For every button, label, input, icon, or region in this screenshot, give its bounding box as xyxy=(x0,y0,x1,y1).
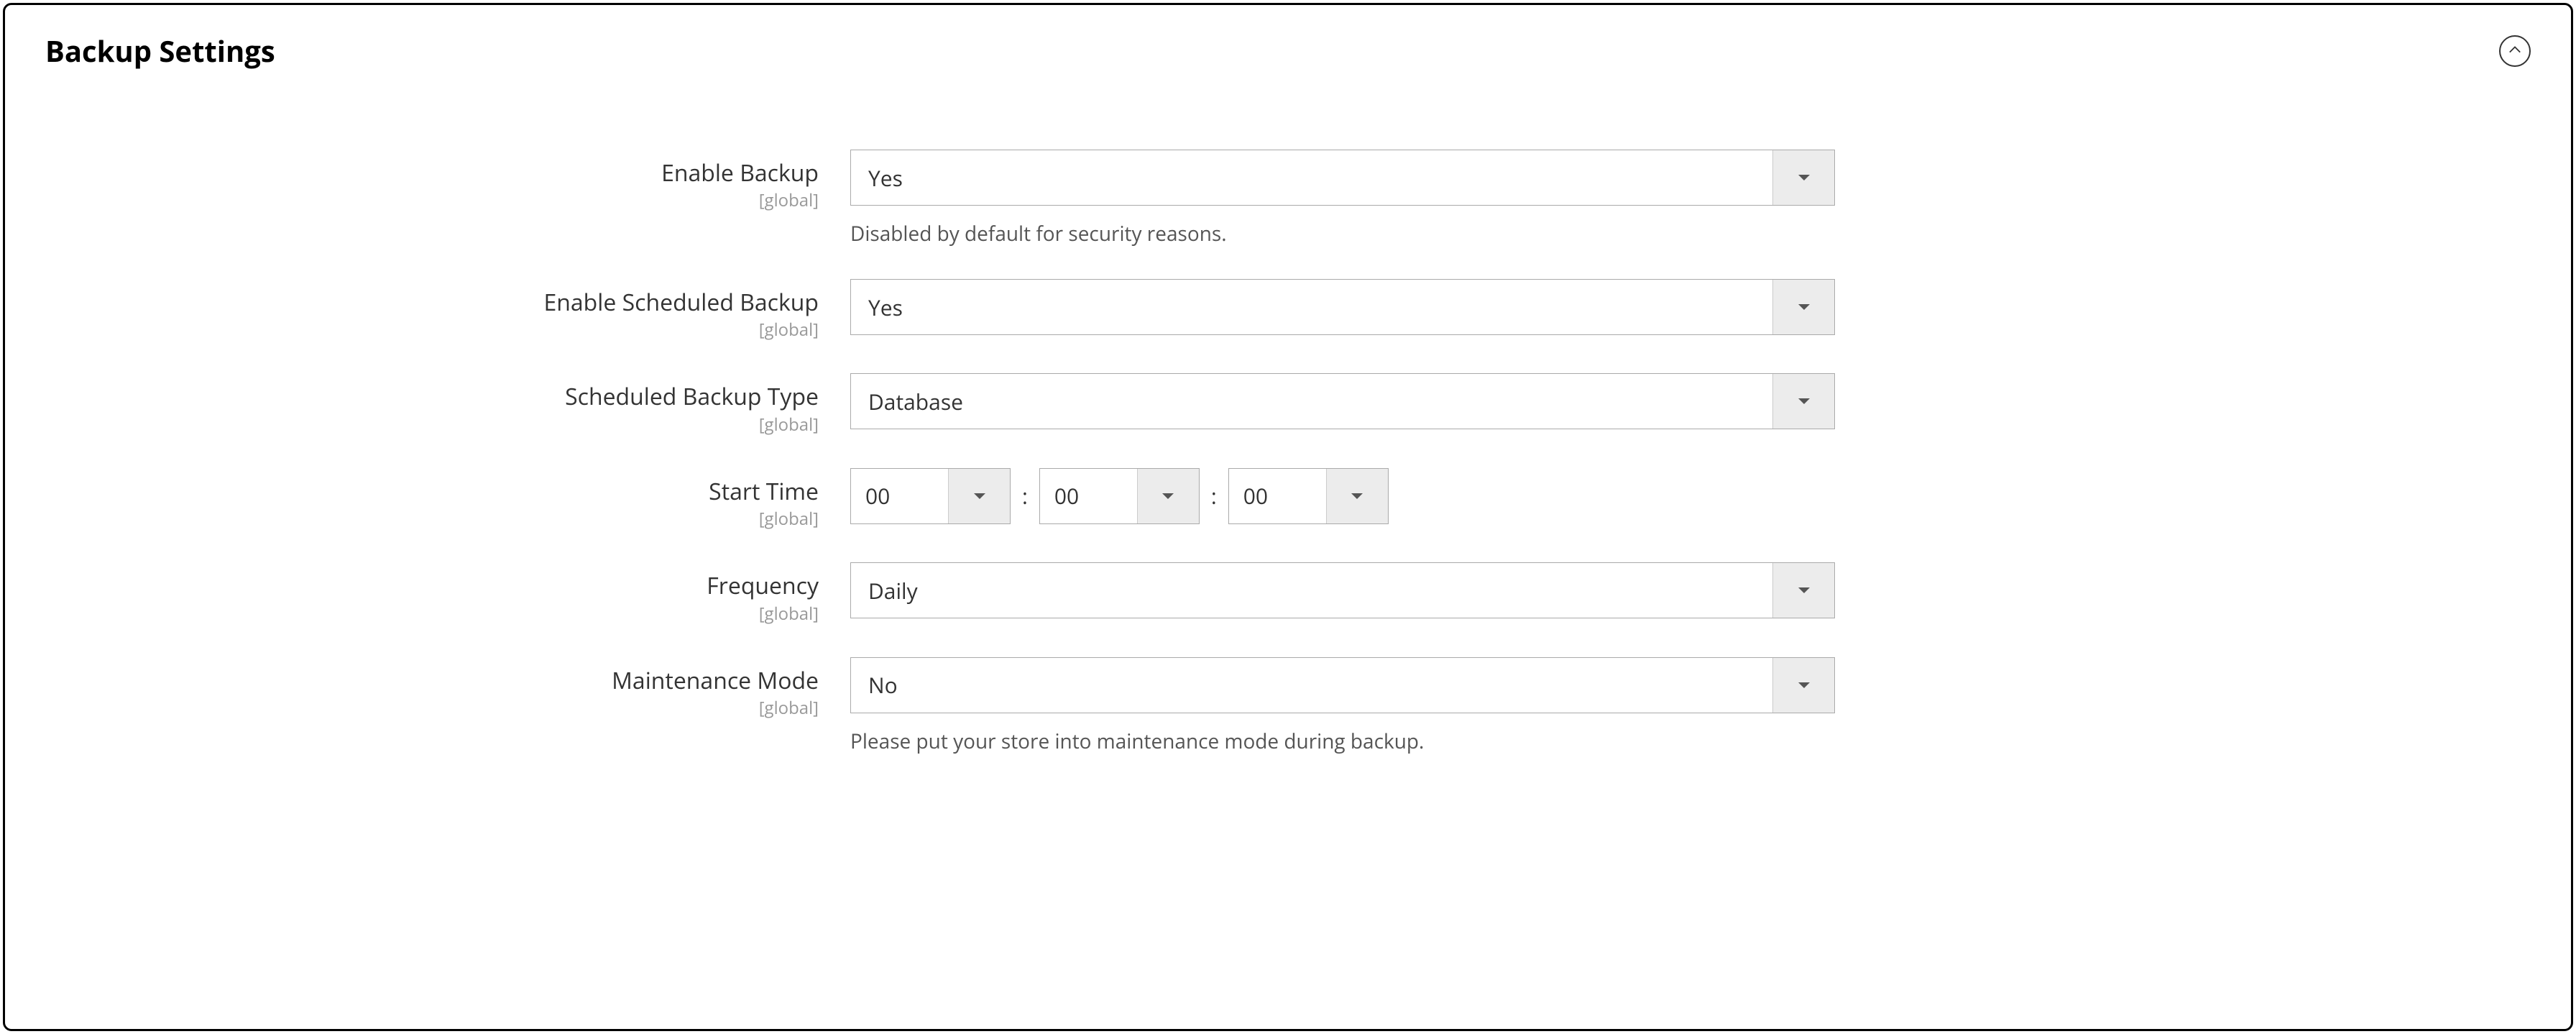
select-value: Daily xyxy=(851,576,1772,605)
field-label: Start Time xyxy=(45,478,819,505)
field-label: Scheduled Backup Type xyxy=(45,383,819,411)
start-time-hour-select[interactable]: 00 xyxy=(850,468,1011,524)
field-label: Enable Backup xyxy=(45,160,819,187)
scheduled-backup-type-select[interactable]: Database xyxy=(850,373,1835,429)
select-value: 00 xyxy=(851,481,948,511)
control-col: Yes Disabled by default for security rea… xyxy=(850,150,1835,247)
control-col: Database xyxy=(850,373,1835,429)
scope-label: [global] xyxy=(45,507,819,531)
helper-text: Disabled by default for security reasons… xyxy=(850,220,1835,247)
backup-settings-panel: Backup Settings Enable Backup [global] Y… xyxy=(3,3,2573,1031)
panel-header: Backup Settings xyxy=(45,31,2531,70)
field-label: Frequency xyxy=(45,572,819,600)
select-value: Yes xyxy=(851,163,1772,193)
time-group: 00 : 00 : 00 xyxy=(850,468,1389,524)
time-separator: : xyxy=(1208,481,1220,511)
field-start-time: Start Time [global] 00 : 00 xyxy=(45,468,2531,531)
time-separator: : xyxy=(1019,481,1031,511)
scope-label: [global] xyxy=(45,318,819,342)
control-col: Yes xyxy=(850,279,1835,335)
select-value: No xyxy=(851,670,1772,700)
helper-text: Please put your store into maintenance m… xyxy=(850,728,1835,755)
field-enable-backup: Enable Backup [global] Yes Disabled by d… xyxy=(45,150,2531,247)
dropdown-arrow-icon xyxy=(1772,658,1834,713)
scope-label: [global] xyxy=(45,602,819,626)
field-maintenance-mode: Maintenance Mode [global] No Please put … xyxy=(45,657,2531,755)
dropdown-arrow-icon xyxy=(1772,563,1834,618)
select-value: Database xyxy=(851,387,1772,416)
control-col: Daily xyxy=(850,562,1835,618)
frequency-select[interactable]: Daily xyxy=(850,562,1835,618)
start-time-second-select[interactable]: 00 xyxy=(1228,468,1389,524)
field-label: Enable Scheduled Backup xyxy=(45,289,819,316)
field-label: Maintenance Mode xyxy=(45,667,819,695)
select-value: 00 xyxy=(1040,481,1137,511)
panel-title: Backup Settings xyxy=(45,31,275,70)
collapse-toggle[interactable] xyxy=(2499,35,2531,67)
maintenance-mode-select[interactable]: No xyxy=(850,657,1835,713)
select-value: Yes xyxy=(851,293,1772,322)
start-time-minute-select[interactable]: 00 xyxy=(1039,468,1200,524)
label-col: Enable Scheduled Backup [global] xyxy=(45,279,850,342)
scope-label: [global] xyxy=(45,696,819,720)
field-enable-scheduled-backup: Enable Scheduled Backup [global] Yes xyxy=(45,279,2531,342)
dropdown-arrow-icon xyxy=(1772,150,1834,205)
dropdown-arrow-icon xyxy=(1772,374,1834,429)
label-col: Frequency [global] xyxy=(45,562,850,625)
scope-label: [global] xyxy=(45,413,819,436)
dropdown-arrow-icon xyxy=(1326,469,1388,523)
label-col: Enable Backup [global] xyxy=(45,150,850,212)
control-col: 00 : 00 : 00 xyxy=(850,468,1389,524)
label-col: Scheduled Backup Type [global] xyxy=(45,373,850,436)
field-scheduled-backup-type: Scheduled Backup Type [global] Database xyxy=(45,373,2531,436)
field-frequency: Frequency [global] Daily xyxy=(45,562,2531,625)
dropdown-arrow-icon xyxy=(1772,280,1834,334)
label-col: Start Time [global] xyxy=(45,468,850,531)
enable-scheduled-backup-select[interactable]: Yes xyxy=(850,279,1835,335)
select-value: 00 xyxy=(1229,481,1326,511)
form-area: Enable Backup [global] Yes Disabled by d… xyxy=(45,150,2531,755)
dropdown-arrow-icon xyxy=(948,469,1010,523)
scope-label: [global] xyxy=(45,188,819,212)
label-col: Maintenance Mode [global] xyxy=(45,657,850,720)
chevron-up-icon xyxy=(2508,45,2521,56)
enable-backup-select[interactable]: Yes xyxy=(850,150,1835,206)
dropdown-arrow-icon xyxy=(1137,469,1199,523)
control-col: No Please put your store into maintenanc… xyxy=(850,657,1835,755)
